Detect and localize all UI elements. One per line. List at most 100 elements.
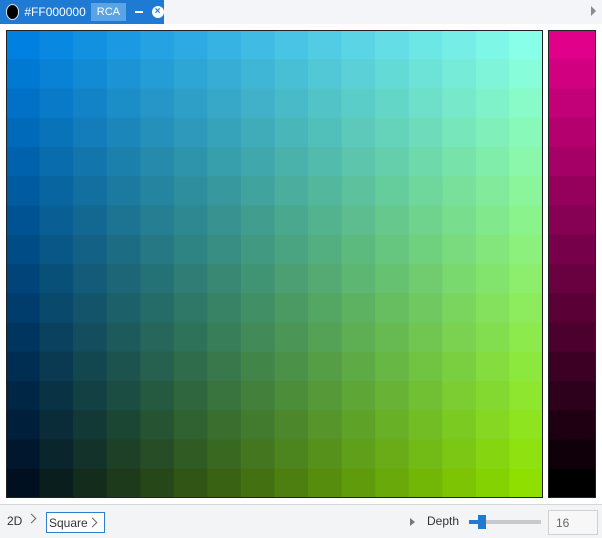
color-cell[interactable] bbox=[509, 88, 543, 119]
color-cell[interactable] bbox=[240, 351, 276, 382]
strip-cell[interactable] bbox=[548, 205, 596, 236]
color-cell[interactable] bbox=[140, 30, 175, 60]
color-cell[interactable] bbox=[375, 176, 410, 207]
color-cell[interactable] bbox=[274, 234, 309, 265]
color-cell[interactable] bbox=[408, 468, 443, 498]
color-cell[interactable] bbox=[442, 234, 477, 265]
color-cell[interactable] bbox=[207, 381, 242, 411]
color-cell[interactable] bbox=[73, 30, 108, 60]
color-cell[interactable] bbox=[475, 30, 511, 60]
color-cell[interactable] bbox=[106, 468, 141, 498]
color-cell[interactable] bbox=[173, 381, 208, 411]
color-cell[interactable] bbox=[509, 293, 543, 324]
color-cell[interactable] bbox=[274, 205, 309, 236]
color-cell[interactable] bbox=[308, 176, 343, 207]
color-cell[interactable] bbox=[475, 439, 511, 470]
color-cell[interactable] bbox=[6, 468, 41, 498]
color-cell[interactable] bbox=[442, 322, 477, 353]
strip-cell[interactable] bbox=[548, 322, 596, 353]
color-cell[interactable] bbox=[442, 88, 477, 119]
color-cell[interactable] bbox=[274, 293, 309, 324]
color-cell[interactable] bbox=[106, 176, 141, 207]
color-cell[interactable] bbox=[140, 439, 175, 470]
color-cell[interactable] bbox=[140, 468, 175, 498]
color-cell[interactable] bbox=[140, 117, 175, 148]
color-cell[interactable] bbox=[509, 264, 543, 294]
color-cell[interactable] bbox=[375, 205, 410, 236]
color-cell[interactable] bbox=[207, 293, 242, 324]
color-cell[interactable] bbox=[408, 205, 443, 236]
color-cell[interactable] bbox=[475, 351, 511, 382]
color-cell[interactable] bbox=[341, 147, 376, 177]
color-cell[interactable] bbox=[140, 351, 175, 382]
color-cell[interactable] bbox=[408, 117, 443, 148]
color-cell[interactable] bbox=[240, 234, 276, 265]
color-cell[interactable] bbox=[6, 147, 41, 177]
color-cell[interactable] bbox=[509, 351, 543, 382]
color-cell[interactable] bbox=[341, 439, 376, 470]
color-cell[interactable] bbox=[274, 381, 309, 411]
strip-cell[interactable] bbox=[548, 176, 596, 207]
color-cell[interactable] bbox=[73, 205, 108, 236]
color-cell[interactable] bbox=[240, 439, 276, 470]
color-cell[interactable] bbox=[240, 59, 276, 90]
color-cell[interactable] bbox=[509, 147, 543, 177]
color-cell[interactable] bbox=[73, 322, 108, 353]
tab-scroll-right-icon[interactable] bbox=[591, 6, 596, 16]
color-cell[interactable] bbox=[274, 351, 309, 382]
color-cell[interactable] bbox=[140, 264, 175, 294]
color-cell[interactable] bbox=[39, 410, 74, 441]
color-cell[interactable] bbox=[341, 176, 376, 207]
color-cell[interactable] bbox=[39, 264, 74, 294]
color-cell[interactable] bbox=[274, 30, 309, 60]
strip-cell[interactable] bbox=[548, 351, 596, 382]
color-cell[interactable] bbox=[408, 293, 443, 324]
color-cell[interactable] bbox=[207, 322, 242, 353]
color-cell[interactable] bbox=[442, 264, 477, 294]
color-cell[interactable] bbox=[140, 410, 175, 441]
color-cell[interactable] bbox=[375, 147, 410, 177]
color-cell[interactable] bbox=[509, 410, 543, 441]
color-cell[interactable] bbox=[274, 147, 309, 177]
color-cell[interactable] bbox=[308, 234, 343, 265]
color-cell[interactable] bbox=[6, 381, 41, 411]
color-cell[interactable] bbox=[308, 30, 343, 60]
color-cell[interactable] bbox=[173, 59, 208, 90]
color-cell[interactable] bbox=[509, 439, 543, 470]
color-cell[interactable] bbox=[39, 234, 74, 265]
color-cell[interactable] bbox=[308, 381, 343, 411]
color-cell[interactable] bbox=[140, 381, 175, 411]
color-cell[interactable] bbox=[173, 234, 208, 265]
color-cell[interactable] bbox=[375, 468, 410, 498]
color-cell[interactable] bbox=[240, 264, 276, 294]
color-cell[interactable] bbox=[106, 264, 141, 294]
color-cell[interactable] bbox=[240, 205, 276, 236]
color-cell[interactable] bbox=[6, 351, 41, 382]
color-cell[interactable] bbox=[73, 147, 108, 177]
color-cell[interactable] bbox=[207, 176, 242, 207]
color-cell[interactable] bbox=[73, 293, 108, 324]
close-icon[interactable]: × bbox=[151, 4, 164, 20]
color-cell[interactable] bbox=[140, 147, 175, 177]
color-cell[interactable] bbox=[341, 30, 376, 60]
color-cell[interactable] bbox=[140, 205, 175, 236]
color-cell[interactable] bbox=[408, 264, 443, 294]
color-cell[interactable] bbox=[39, 147, 74, 177]
color-cell[interactable] bbox=[375, 293, 410, 324]
color-cell[interactable] bbox=[207, 234, 242, 265]
color-cell[interactable] bbox=[73, 59, 108, 90]
color-cell[interactable] bbox=[73, 468, 108, 498]
color-cell[interactable] bbox=[207, 468, 242, 498]
color-cell[interactable] bbox=[341, 88, 376, 119]
color-cell[interactable] bbox=[173, 30, 208, 60]
color-cell[interactable] bbox=[173, 351, 208, 382]
color-cell[interactable] bbox=[39, 176, 74, 207]
color-tab[interactable]: #FF000000 RCA × bbox=[0, 0, 164, 24]
color-cell[interactable] bbox=[308, 351, 343, 382]
color-cell[interactable] bbox=[509, 176, 543, 207]
color-cell[interactable] bbox=[509, 205, 543, 236]
color-cell[interactable] bbox=[140, 322, 175, 353]
color-cell[interactable] bbox=[140, 59, 175, 90]
color-cell[interactable] bbox=[6, 234, 41, 265]
color-cell[interactable] bbox=[106, 88, 141, 119]
